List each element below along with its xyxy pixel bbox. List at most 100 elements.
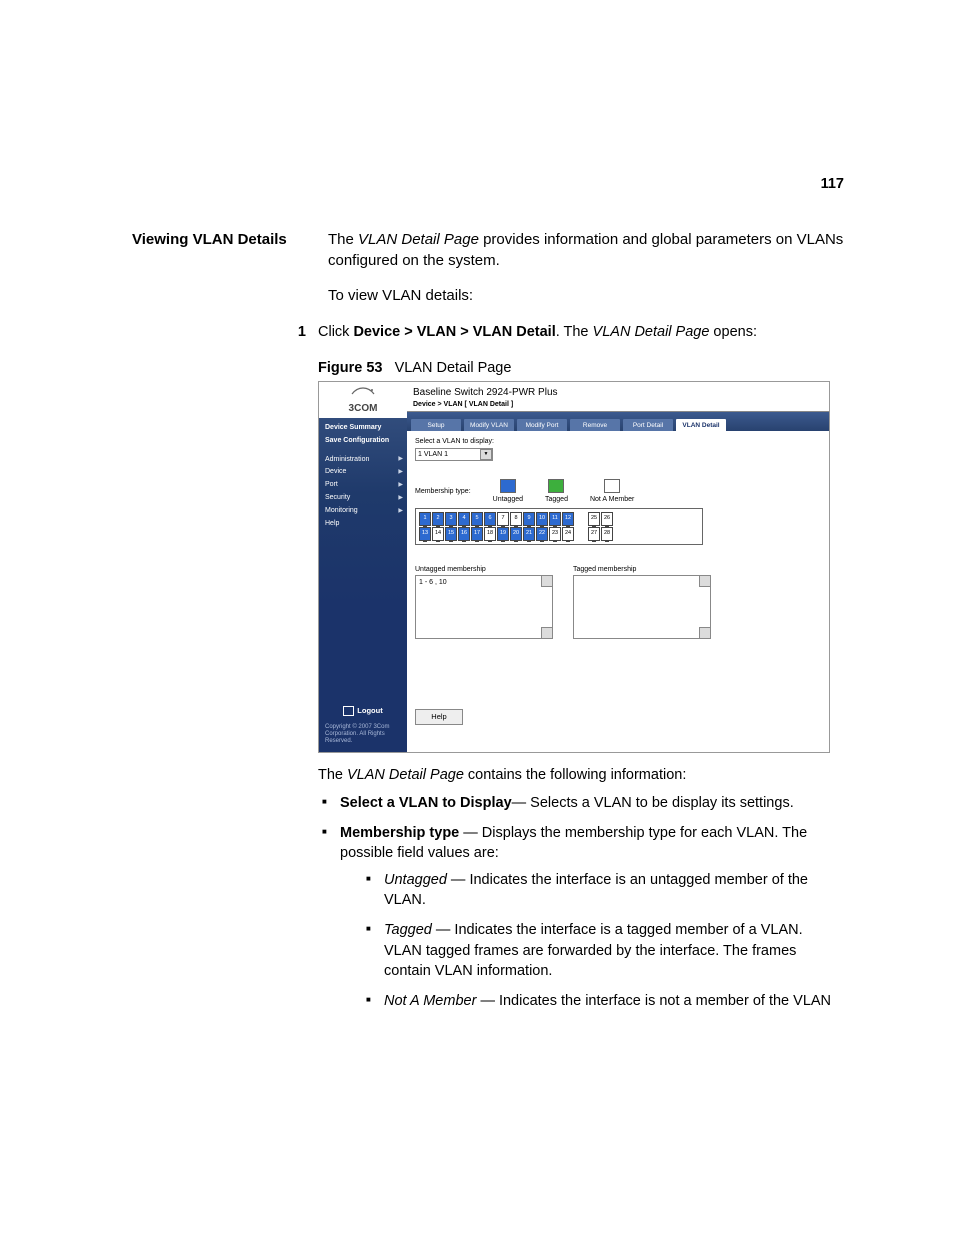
intro-text-1: The [328,231,358,248]
help-button[interactable]: Help [415,709,463,725]
step-bold: Device > VLAN > VLAN Detail [353,324,555,340]
step-text-1: Click [318,324,353,340]
port-2[interactable]: 2 [432,512,444,526]
sidebar-item-security[interactable]: Security▶ [319,492,407,505]
port-12[interactable]: 12 [562,512,574,526]
sidebar-device-summary[interactable]: Device Summary [319,422,407,435]
step-text-3: opens: [709,324,757,340]
port-10[interactable]: 10 [536,512,548,526]
vlan-select[interactable]: 1 VLAN 1 ▼ [415,448,493,461]
swatch-notmember-icon [604,479,620,493]
figure-title: VLAN Detail Page [395,360,512,376]
select-vlan-label: Select a VLAN to display: [415,437,821,447]
logout-icon [343,706,354,716]
membership-type-label: Membership type: [415,487,471,497]
port-21[interactable]: 21 [523,527,535,541]
port-16[interactable]: 16 [458,527,470,541]
sidebar-item-device[interactable]: Device▶ [319,466,407,479]
port-9[interactable]: 9 [523,512,535,526]
scroll-down-icon[interactable] [699,627,711,639]
post-figure-em: VLAN Detail Page [347,767,464,783]
port-11[interactable]: 11 [549,512,561,526]
sidebar-item-label: Device [325,467,346,477]
port-18[interactable]: 18 [484,527,496,541]
port-8[interactable]: 8 [510,512,522,526]
port-6[interactable]: 6 [484,512,496,526]
vlan-detail-screenshot: 3COM Device Summary Save Configuration A… [318,381,830,753]
bullet-membership-type: Membership type — Displays the membershi… [318,823,844,1011]
port-23[interactable]: 23 [549,527,561,541]
port-5[interactable]: 5 [471,512,483,526]
info-bullets: Select a VLAN to Display— Selects a VLAN… [318,793,844,1012]
step-text-2: . The [556,324,593,340]
bullet2-bold: Membership type [340,825,463,841]
sidebar-save-configuration[interactable]: Save Configuration [319,434,407,447]
port-14[interactable]: 14 [432,527,444,541]
ports-panel: 123456789101112 131415161718192021222324… [415,508,703,545]
port-28[interactable]: 28 [601,527,613,541]
tab-vlan-detail[interactable]: VLAN Detail [676,419,726,431]
bullet-select-vlan: Select a VLAN to Display— Selects a VLAN… [318,793,844,813]
sidebar-item-label: Monitoring [325,506,358,516]
port-17[interactable]: 17 [471,527,483,541]
scroll-up-icon[interactable] [541,575,553,587]
chevron-right-icon: ▶ [398,455,403,463]
sidebar: 3COM Device Summary Save Configuration A… [319,382,407,752]
port-20[interactable]: 20 [510,527,522,541]
intro-sentence-2: To view VLAN details: [328,285,844,306]
port-22[interactable]: 22 [536,527,548,541]
port-25[interactable]: 25 [588,512,600,526]
port-13[interactable]: 13 [419,527,431,541]
sidebar-item-port[interactable]: Port ▶ [319,479,407,492]
vlan-select-value: 1 VLAN 1 [418,450,448,460]
tagged-membership-list[interactable] [573,575,711,639]
sidebar-item-help[interactable]: Help [319,517,407,530]
product-title: Baseline Switch 2924-PWR Plus [407,382,829,400]
port-24[interactable]: 24 [562,527,574,541]
port-4[interactable]: 4 [458,512,470,526]
scroll-down-icon[interactable] [541,627,553,639]
sidebar-item-label: Administration [325,455,369,465]
chevron-right-icon: ▶ [398,507,403,515]
bullet1-bold: Select a VLAN to Display [340,795,512,811]
logout-button[interactable]: Logout [319,700,407,723]
port-3[interactable]: 3 [445,512,457,526]
port-7[interactable]: 7 [497,512,509,526]
page-number: 117 [821,174,844,194]
ports-grid-main: 123456789101112 131415161718192021222324 [419,512,574,541]
port-27[interactable]: 27 [588,527,600,541]
untagged-membership-list[interactable]: 1 - 6 , 10 [415,575,553,639]
figure-number: Figure 53 [318,360,382,376]
tab-modify-port[interactable]: Modify Port [517,419,567,431]
sidebar-nav: Device Summary Save Configuration Admini… [319,418,407,534]
logout-label: Logout [357,706,382,717]
sidebar-item-monitoring[interactable]: Monitoring ▶ [319,504,407,517]
tab-remove[interactable]: Remove [570,419,620,431]
sub-bullet-not-member: Not A Member — Indicates the interface i… [362,991,844,1011]
swatch-untagged-icon [500,479,516,493]
sidebar-item-administration[interactable]: Administration ▶ [319,453,407,466]
legend-notmember-label: Not A Member [590,495,634,505]
chevron-down-icon: ▼ [480,449,492,460]
logo-text: 3COM [349,402,378,416]
ports-grid-extra: 2526 2728 [588,512,613,541]
sub2-em: Tagged [384,922,436,938]
port-26[interactable]: 26 [601,512,613,526]
sidebar-item-label: Security [325,493,350,503]
sidebar-item-label: Port [325,480,338,490]
tab-port-detail[interactable]: Port Detail [623,419,673,431]
sub3-em: Not A Member [384,993,480,1009]
tab-modify-vlan[interactable]: Modify VLAN [464,419,514,431]
tab-setup[interactable]: Setup [411,419,461,431]
sub3-rest: — Indicates the interface is not a membe… [480,993,831,1009]
port-19[interactable]: 19 [497,527,509,541]
step-body: Click Device > VLAN > VLAN Detail. The V… [318,322,844,1022]
chevron-right-icon: ▶ [398,481,403,489]
membership-sub-bullets: Untagged — Indicates the interface is an… [362,870,844,1012]
scroll-up-icon[interactable] [699,575,711,587]
port-15[interactable]: 15 [445,527,457,541]
sub2-rest: — Indicates the interface is a tagged me… [384,922,803,979]
tagged-membership-label: Tagged membership [573,565,711,575]
section-heading: Viewing VLAN Details [132,229,328,306]
port-1[interactable]: 1 [419,512,431,526]
